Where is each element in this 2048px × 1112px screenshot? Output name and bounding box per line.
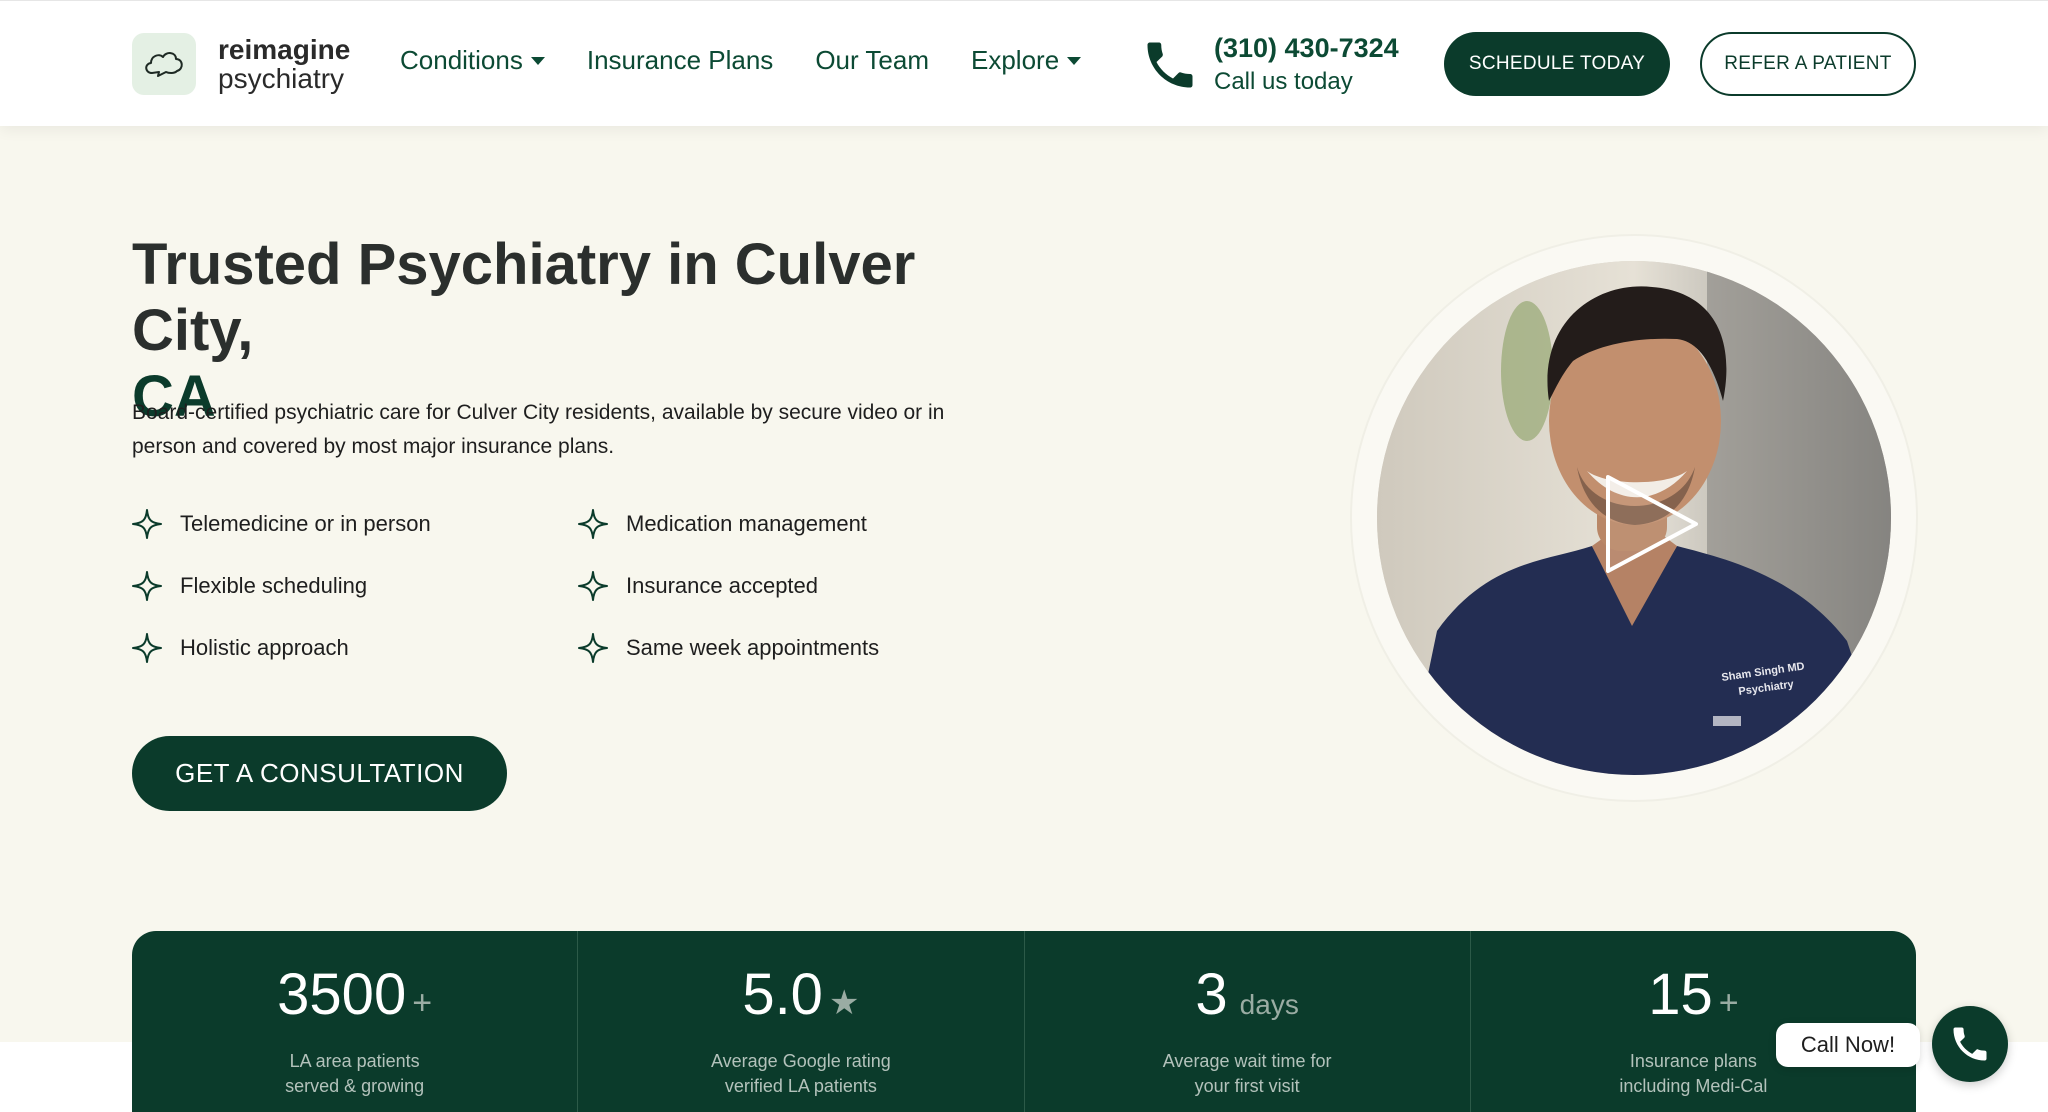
stat-number: 5.0 — [742, 962, 823, 1027]
sparkle-icon — [132, 509, 162, 539]
feature-label: Flexible scheduling — [180, 573, 368, 598]
plus-suffix: + — [412, 984, 433, 1022]
stat-insurance: 15 + Insurance plans including Medi-Cal — [1471, 931, 1916, 1112]
stat-label-line: including Medi-Cal — [1619, 1076, 1768, 1096]
feature-item: Flexible scheduling — [132, 570, 578, 602]
phone-text: (310) 430-7324 Call us today — [1214, 31, 1399, 99]
star-icon: ★ — [828, 984, 860, 1022]
stat-label: LA area patients served & growing — [132, 1049, 577, 1099]
cloud-icon — [132, 33, 196, 95]
call-now-label[interactable]: Call Now! — [1776, 1023, 1920, 1067]
video-frame: Sham Singh MD Psychiatry — [1352, 236, 1916, 800]
sparkle-icon — [578, 571, 608, 601]
logo-line-2: psychiatry — [218, 63, 345, 94]
nav-conditions-label: Conditions — [400, 45, 523, 75]
stat-value: 3 days — [1025, 961, 1470, 1028]
site-header: reimagine psychiatry Conditions Insuranc… — [0, 0, 2048, 126]
feature-label: Medication management — [626, 511, 867, 536]
stat-value: 15 + — [1471, 961, 1916, 1028]
stat-number: 3500 — [277, 962, 407, 1027]
feature-item: Holistic approach — [132, 632, 578, 664]
stat-label-line: LA area patients — [289, 1051, 420, 1071]
nav-conditions[interactable]: Conditions — [400, 45, 545, 76]
nav-insurance-plans-label: Insurance Plans — [586, 45, 774, 75]
nav-explore-label: Explore — [971, 45, 1060, 75]
chevron-down-icon — [530, 56, 545, 65]
stat-label: Average wait time for your first visit — [1025, 1049, 1470, 1099]
get-consultation-button[interactable]: GET A CONSULTATION — [132, 736, 507, 811]
main-nav: Conditions Insurance Plans Our Team Expl… — [400, 45, 1123, 76]
plus-suffix: + — [1718, 984, 1739, 1022]
stat-label-line: Average Google rating — [710, 1051, 891, 1071]
schedule-today-button[interactable]: SCHEDULE TODAY — [1444, 32, 1670, 96]
logo[interactable]: reimagine psychiatry — [132, 33, 350, 95]
call-now-button[interactable] — [1932, 1006, 2008, 1082]
stat-value: 3500 + — [132, 961, 577, 1028]
phone-icon — [1953, 1027, 1987, 1061]
stat-wait-time: 3 days Average wait time for your first … — [1025, 931, 1471, 1112]
feature-item: Medication management — [578, 508, 952, 540]
nav-insurance-plans[interactable]: Insurance Plans — [587, 45, 773, 76]
stat-label-line: your first visit — [1194, 1076, 1300, 1096]
feature-label: Insurance accepted — [626, 573, 819, 598]
nav-explore[interactable]: Explore — [971, 45, 1082, 76]
feature-label: Same week appointments — [626, 635, 880, 660]
hero-description: Board-certified psychiatric care for Cul… — [132, 401, 945, 458]
play-icon[interactable] — [1600, 469, 1704, 579]
sparkle-icon — [132, 571, 162, 601]
phone-icon — [1147, 42, 1193, 88]
sparkle-icon — [578, 509, 608, 539]
stat-label-line: served & growing — [285, 1076, 425, 1096]
phone-number[interactable]: (310) 430-7324 — [1214, 31, 1399, 65]
feature-item: Telemedicine or in person — [132, 508, 578, 540]
logo-line-1: reimagine — [218, 34, 351, 65]
stat-label: Average Google rating verified LA patien… — [578, 1049, 1023, 1099]
feature-label: Holistic approach — [180, 635, 349, 660]
stat-number: 3 — [1195, 962, 1228, 1027]
stat-value: 5.0 ★ — [578, 961, 1023, 1028]
feature-list: Telemedicine or in person Medication man… — [132, 508, 952, 664]
nav-our-team-label: Our Team — [815, 45, 929, 75]
phone-subtitle: Call us today — [1214, 68, 1353, 95]
sparkle-icon — [132, 633, 162, 663]
stat-number: 15 — [1648, 962, 1713, 1027]
nav-our-team[interactable]: Our Team — [815, 45, 929, 76]
feature-item: Insurance accepted — [578, 570, 952, 602]
logo-text: reimagine psychiatry — [218, 35, 350, 93]
stat-patients: 3500 + LA area patients served & growing — [132, 931, 579, 1112]
days-suffix: days — [1239, 989, 1299, 1020]
feature-item: Same week appointments — [578, 632, 952, 664]
stat-rating: 5.0 ★ Average Google rating verified LA … — [578, 931, 1025, 1112]
header-phone[interactable]: (310) 430-7324 Call us today — [1140, 31, 1399, 99]
stats-bar: 3500 + LA area patients served & growing… — [132, 931, 1916, 1112]
feature-label: Telemedicine or in person — [180, 511, 431, 536]
stat-label-line: verified LA patients — [724, 1076, 877, 1096]
refer-patient-button[interactable]: REFER A PATIENT — [1700, 32, 1916, 96]
sparkle-icon — [578, 633, 608, 663]
chevron-down-icon — [1067, 56, 1082, 65]
title-main: Trusted Psychiatry in Culver City, — [132, 232, 916, 363]
intro-video[interactable]: Sham Singh MD Psychiatry — [1377, 261, 1891, 775]
stat-label-line: Average wait time for — [1162, 1051, 1332, 1071]
